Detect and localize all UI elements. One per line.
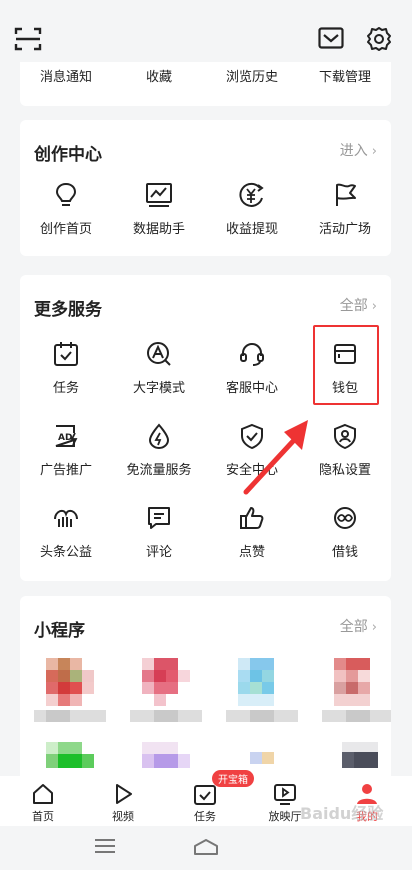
menu-icon[interactable] <box>94 838 116 854</box>
enter-link[interactable]: 进入 › <box>340 140 377 160</box>
grid-item-label: 创作首页 <box>39 222 92 237</box>
creation-home[interactable]: 创作首页 <box>20 182 112 237</box>
charity-hands-icon <box>54 509 78 527</box>
grid-item-label: 免流量服务 <box>126 463 192 478</box>
service-large-font[interactable]: 大字模式 <box>113 341 205 396</box>
enter-link-label: 进入 <box>339 143 368 159</box>
chart-monitor-icon <box>146 183 172 207</box>
all-link-label: 全部 <box>339 619 368 635</box>
mini-program-1-mosaic[interactable] <box>34 658 114 730</box>
shortcut-card: 消息通知 收藏 浏览历史 下载管理 <box>20 62 391 106</box>
grid-item-label: 客服中心 <box>225 381 278 396</box>
nav-label: 视频 <box>112 810 134 823</box>
treasure-box-badge: 开宝箱 <box>212 770 254 787</box>
grid-item-label: 隐私设置 <box>318 463 371 478</box>
flag-icon <box>336 183 356 206</box>
shortcut-favorites[interactable]: 收藏 <box>113 66 205 85</box>
service-borrow-money[interactable]: 借钱 <box>299 505 391 560</box>
service-comments[interactable]: 评论 <box>113 505 205 560</box>
comment-icon <box>148 507 170 529</box>
svg-text:AD: AD <box>58 433 72 443</box>
shortcut-label: 收藏 <box>145 70 172 85</box>
grid-item-label: 数据助手 <box>132 222 185 237</box>
nav-home[interactable]: 首页 <box>8 776 78 824</box>
mini-program-4-mosaic[interactable] <box>322 658 391 730</box>
all-link-label: 全部 <box>339 298 368 314</box>
all-services-link[interactable]: 全部 › <box>340 295 377 315</box>
nav-tasks[interactable]: 任务 开宝箱 <box>170 770 254 824</box>
grid-item-label: 活动广场 <box>318 222 371 237</box>
mini-programs-card: 小程序 全部 › <box>20 596 391 776</box>
top-bar <box>0 0 412 66</box>
service-security-center[interactable]: 安全中心 <box>206 423 298 478</box>
nav-label: 首页 <box>32 810 54 823</box>
shortcut-downloads[interactable]: 下载管理 <box>299 66 391 85</box>
shield-user-icon <box>334 423 356 449</box>
mini-program-8-mosaic[interactable] <box>342 742 391 776</box>
data-assistant[interactable]: 数据助手 <box>113 182 205 237</box>
tv-play-icon <box>274 784 296 805</box>
service-customer-center[interactable]: 客服中心 <box>206 341 298 396</box>
headset-icon <box>240 343 264 366</box>
earnings-withdraw[interactable]: 收益提现 <box>206 182 298 237</box>
service-charity[interactable]: 头条公益 <box>20 505 112 560</box>
mini-program-5-mosaic[interactable] <box>46 742 106 776</box>
service-tasks[interactable]: 任务 <box>20 341 112 396</box>
play-icon <box>116 784 132 804</box>
activity-square[interactable]: 活动广场 <box>299 182 391 237</box>
home-nav-icon[interactable] <box>193 838 219 856</box>
more-services-card: 更多服务 全部 › 任务 大字模式 客服中心 钱包 AD 广告推广 免流量服务 … <box>20 275 391 581</box>
grid-item-label: 头条公益 <box>39 545 92 560</box>
grid-item-label: 收益提现 <box>225 222 278 237</box>
lightbulb-icon <box>55 182 77 206</box>
grid-item-label: 评论 <box>145 545 172 560</box>
all-mini-programs-link[interactable]: 全部 › <box>340 616 377 636</box>
settings-gear-icon[interactable] <box>366 26 392 52</box>
task-calendar-icon <box>194 785 216 805</box>
droplet-bolt-icon <box>148 423 170 449</box>
shortcut-history[interactable]: 浏览历史 <box>206 66 298 85</box>
home-icon <box>33 784 53 804</box>
card-title: 更多服务 <box>34 300 102 320</box>
card-title: 创作中心 <box>34 145 102 165</box>
nav-label: 任务 <box>194 810 216 823</box>
yen-coin-icon <box>239 182 264 207</box>
chevron-right-icon: › <box>371 620 377 635</box>
mini-program-2-mosaic[interactable] <box>130 658 210 730</box>
card-title: 小程序 <box>34 621 85 641</box>
wallet-highlight-box <box>313 325 379 405</box>
mini-program-3-mosaic[interactable] <box>226 658 306 730</box>
chevron-right-icon: › <box>371 299 377 314</box>
grid-item-label: 广告推广 <box>39 463 92 478</box>
grid-item-label: 安全中心 <box>225 463 278 478</box>
scan-icon[interactable] <box>14 26 42 52</box>
mini-program-7-mosaic[interactable] <box>250 752 290 776</box>
shortcut-label: 下载管理 <box>318 70 371 85</box>
creation-center-card: 创作中心 进入 › 创作首页 数据助手 收益提现 活动广场 <box>20 120 391 256</box>
grid-item-label: 点赞 <box>238 545 265 560</box>
ad-icon: AD <box>55 425 78 447</box>
service-free-data[interactable]: 免流量服务 <box>113 423 205 478</box>
service-ad-promotion[interactable]: AD 广告推广 <box>20 423 112 478</box>
shortcut-label: 浏览历史 <box>225 70 278 85</box>
watermark: Baidu经验 <box>300 804 384 823</box>
nav-video[interactable]: 视频 <box>88 776 158 824</box>
calendar-check-icon <box>54 342 78 366</box>
mail-icon[interactable] <box>318 27 344 49</box>
grid-item-label: 大字模式 <box>132 381 185 396</box>
mini-program-6-mosaic[interactable] <box>142 742 202 776</box>
grid-item-label: 任务 <box>52 381 79 396</box>
shortcut-label: 消息通知 <box>39 70 92 85</box>
service-likes[interactable]: 点赞 <box>206 505 298 560</box>
shield-check-icon <box>241 423 263 449</box>
large-font-icon <box>147 342 171 366</box>
thumbs-up-icon <box>240 507 264 529</box>
grid-item-label: 借钱 <box>331 545 358 560</box>
service-privacy-settings[interactable]: 隐私设置 <box>299 423 391 478</box>
borrow-coins-icon <box>334 507 356 529</box>
system-nav-bar <box>0 826 412 870</box>
shortcut-notifications[interactable]: 消息通知 <box>20 66 112 85</box>
chevron-right-icon: › <box>371 144 377 159</box>
